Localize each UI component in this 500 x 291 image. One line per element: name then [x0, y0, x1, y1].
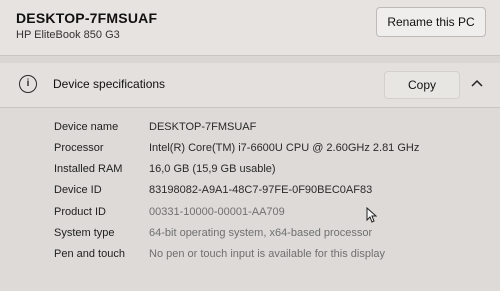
spec-value: 64-bit operating system, x64-based proce… [149, 227, 373, 239]
spec-label: Device ID [54, 184, 102, 196]
rename-pc-button[interactable]: Rename this PC [376, 7, 486, 37]
spec-value: Intel(R) Core(TM) i7-6600U CPU @ 2.60GHz… [149, 142, 420, 154]
spec-label: Product ID [54, 206, 106, 218]
spec-value: 83198082-A9A1-48C7-97FE-0F90BEC0AF83 [149, 184, 373, 196]
spec-row-pen-and-touch: Pen and touch No pen or touch input is a… [0, 246, 500, 266]
spec-label: Processor [54, 142, 104, 154]
spec-row-product-id: Product ID 00331-10000-00001-AA709 [0, 204, 500, 224]
spec-value: No pen or touch input is available for t… [149, 248, 386, 260]
spec-label: Installed RAM [54, 163, 123, 175]
spec-label: Pen and touch [54, 248, 125, 260]
device-specifications-card: i Device specifications Copy Device name… [0, 63, 500, 291]
spec-value: 16,0 GB (15,9 GB usable) [149, 163, 276, 175]
spec-value: DESKTOP-7FMSUAF [149, 121, 257, 133]
device-name-title: DESKTOP-7FMSUAF [16, 10, 158, 26]
device-header-card: DESKTOP-7FMSUAF HP EliteBook 850 G3 Rena… [0, 0, 500, 56]
spec-label: Device name [54, 121, 119, 133]
chevron-up-icon[interactable] [470, 77, 484, 89]
spec-value: 00331-10000-00001-AA709 [149, 206, 285, 218]
device-specifications-header[interactable]: i Device specifications Copy [0, 63, 500, 108]
spec-row-device-name: Device name DESKTOP-7FMSUAF [0, 119, 500, 139]
spec-label: System type [54, 227, 115, 239]
section-title: Device specifications [53, 77, 166, 91]
info-icon: i [19, 75, 37, 93]
copy-button[interactable]: Copy [384, 71, 460, 99]
device-model: HP EliteBook 850 G3 [16, 29, 120, 41]
spec-row-device-id: Device ID 83198082-A9A1-48C7-97FE-0F90BE… [0, 182, 500, 202]
mouse-cursor-icon [366, 207, 378, 223]
spec-row-system-type: System type 64-bit operating system, x64… [0, 225, 500, 245]
spec-row-processor: Processor Intel(R) Core(TM) i7-6600U CPU… [0, 140, 500, 160]
spec-row-installed-ram: Installed RAM 16,0 GB (15,9 GB usable) [0, 161, 500, 181]
